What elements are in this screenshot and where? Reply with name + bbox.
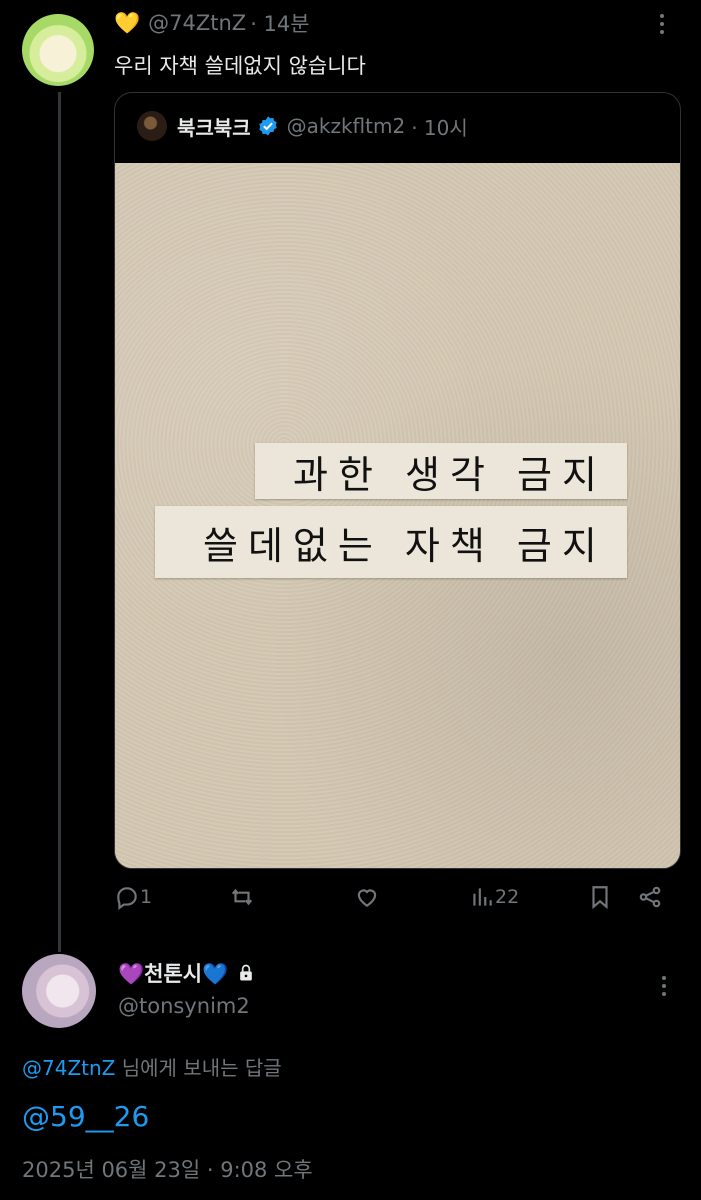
more-options-icon[interactable]: [660, 14, 664, 34]
tape-label-2: 쓸데없는 자책 금지: [155, 506, 627, 578]
avatar[interactable]: [22, 14, 94, 86]
share-button[interactable]: [637, 884, 663, 910]
quote-handle: @akzkfltm2: [286, 114, 406, 138]
timestamp[interactable]: · 14분: [250, 8, 309, 38]
heart-icon: [357, 889, 377, 907]
quote-header: 북크북크 @akzkfltm2 · 10시: [137, 111, 468, 141]
reply-count: 1: [140, 886, 153, 908]
quote-tweet-card[interactable]: 북크북크 @akzkfltm2 · 10시 과한 생각 금지 쓸데없는 자책 금…: [114, 92, 681, 869]
quote-timestamp: · 10시: [411, 115, 468, 140]
reply-body-mention[interactable]: @59__26: [22, 1100, 149, 1133]
reply-more-options-icon[interactable]: [662, 976, 666, 996]
reply-datetime[interactable]: 2025년 06월 23일 · 9:08 오후: [22, 1154, 313, 1184]
verified-badge-icon: [258, 116, 277, 136]
tape-label-1: 과한 생각 금지: [255, 443, 627, 499]
quote-photo[interactable]: 과한 생각 금지 쓸데없는 자책 금지: [115, 163, 680, 868]
lock-icon: [240, 964, 253, 981]
reply-display-name: 💜천톤시💙: [118, 962, 229, 986]
thread-line: [58, 92, 61, 952]
views-icon: [473, 888, 492, 906]
like-button[interactable]: [354, 884, 380, 910]
reply-icon: [117, 887, 137, 910]
views-button[interactable]: 22: [469, 884, 519, 910]
action-bar: 1 22: [114, 884, 674, 920]
replying-to-mention[interactable]: @74ZtnZ: [22, 1056, 115, 1080]
share-icon: [639, 886, 661, 908]
views-count: 22: [495, 886, 520, 908]
bookmark-icon: [592, 886, 608, 910]
replying-to-suffix: 님에게 보내는 답글: [115, 1056, 282, 1080]
tweet-header: 💛 @74ZtnZ · 14분: [114, 8, 310, 38]
bookmark-button[interactable]: [587, 884, 613, 910]
user-handle[interactable]: @74ZtnZ: [148, 11, 246, 35]
reply-handle[interactable]: @tonsynim2: [118, 994, 250, 1018]
quote-avatar: [137, 111, 167, 141]
yellow-heart-icon[interactable]: 💛: [114, 11, 140, 36]
quote-author-name: 북크북크: [177, 115, 251, 140]
retweet-icon: [231, 888, 253, 906]
retweet-button[interactable]: [229, 884, 255, 910]
reply-avatar[interactable]: [22, 954, 96, 1028]
reply-author-name[interactable]: 💜천톤시💙: [118, 958, 256, 988]
replying-to: @74ZtnZ 님에게 보내는 답글: [22, 1052, 282, 1081]
tweet-text: 우리 자책 쓸데없지 않습니다: [114, 54, 366, 78]
reply-button[interactable]: 1: [114, 884, 152, 910]
